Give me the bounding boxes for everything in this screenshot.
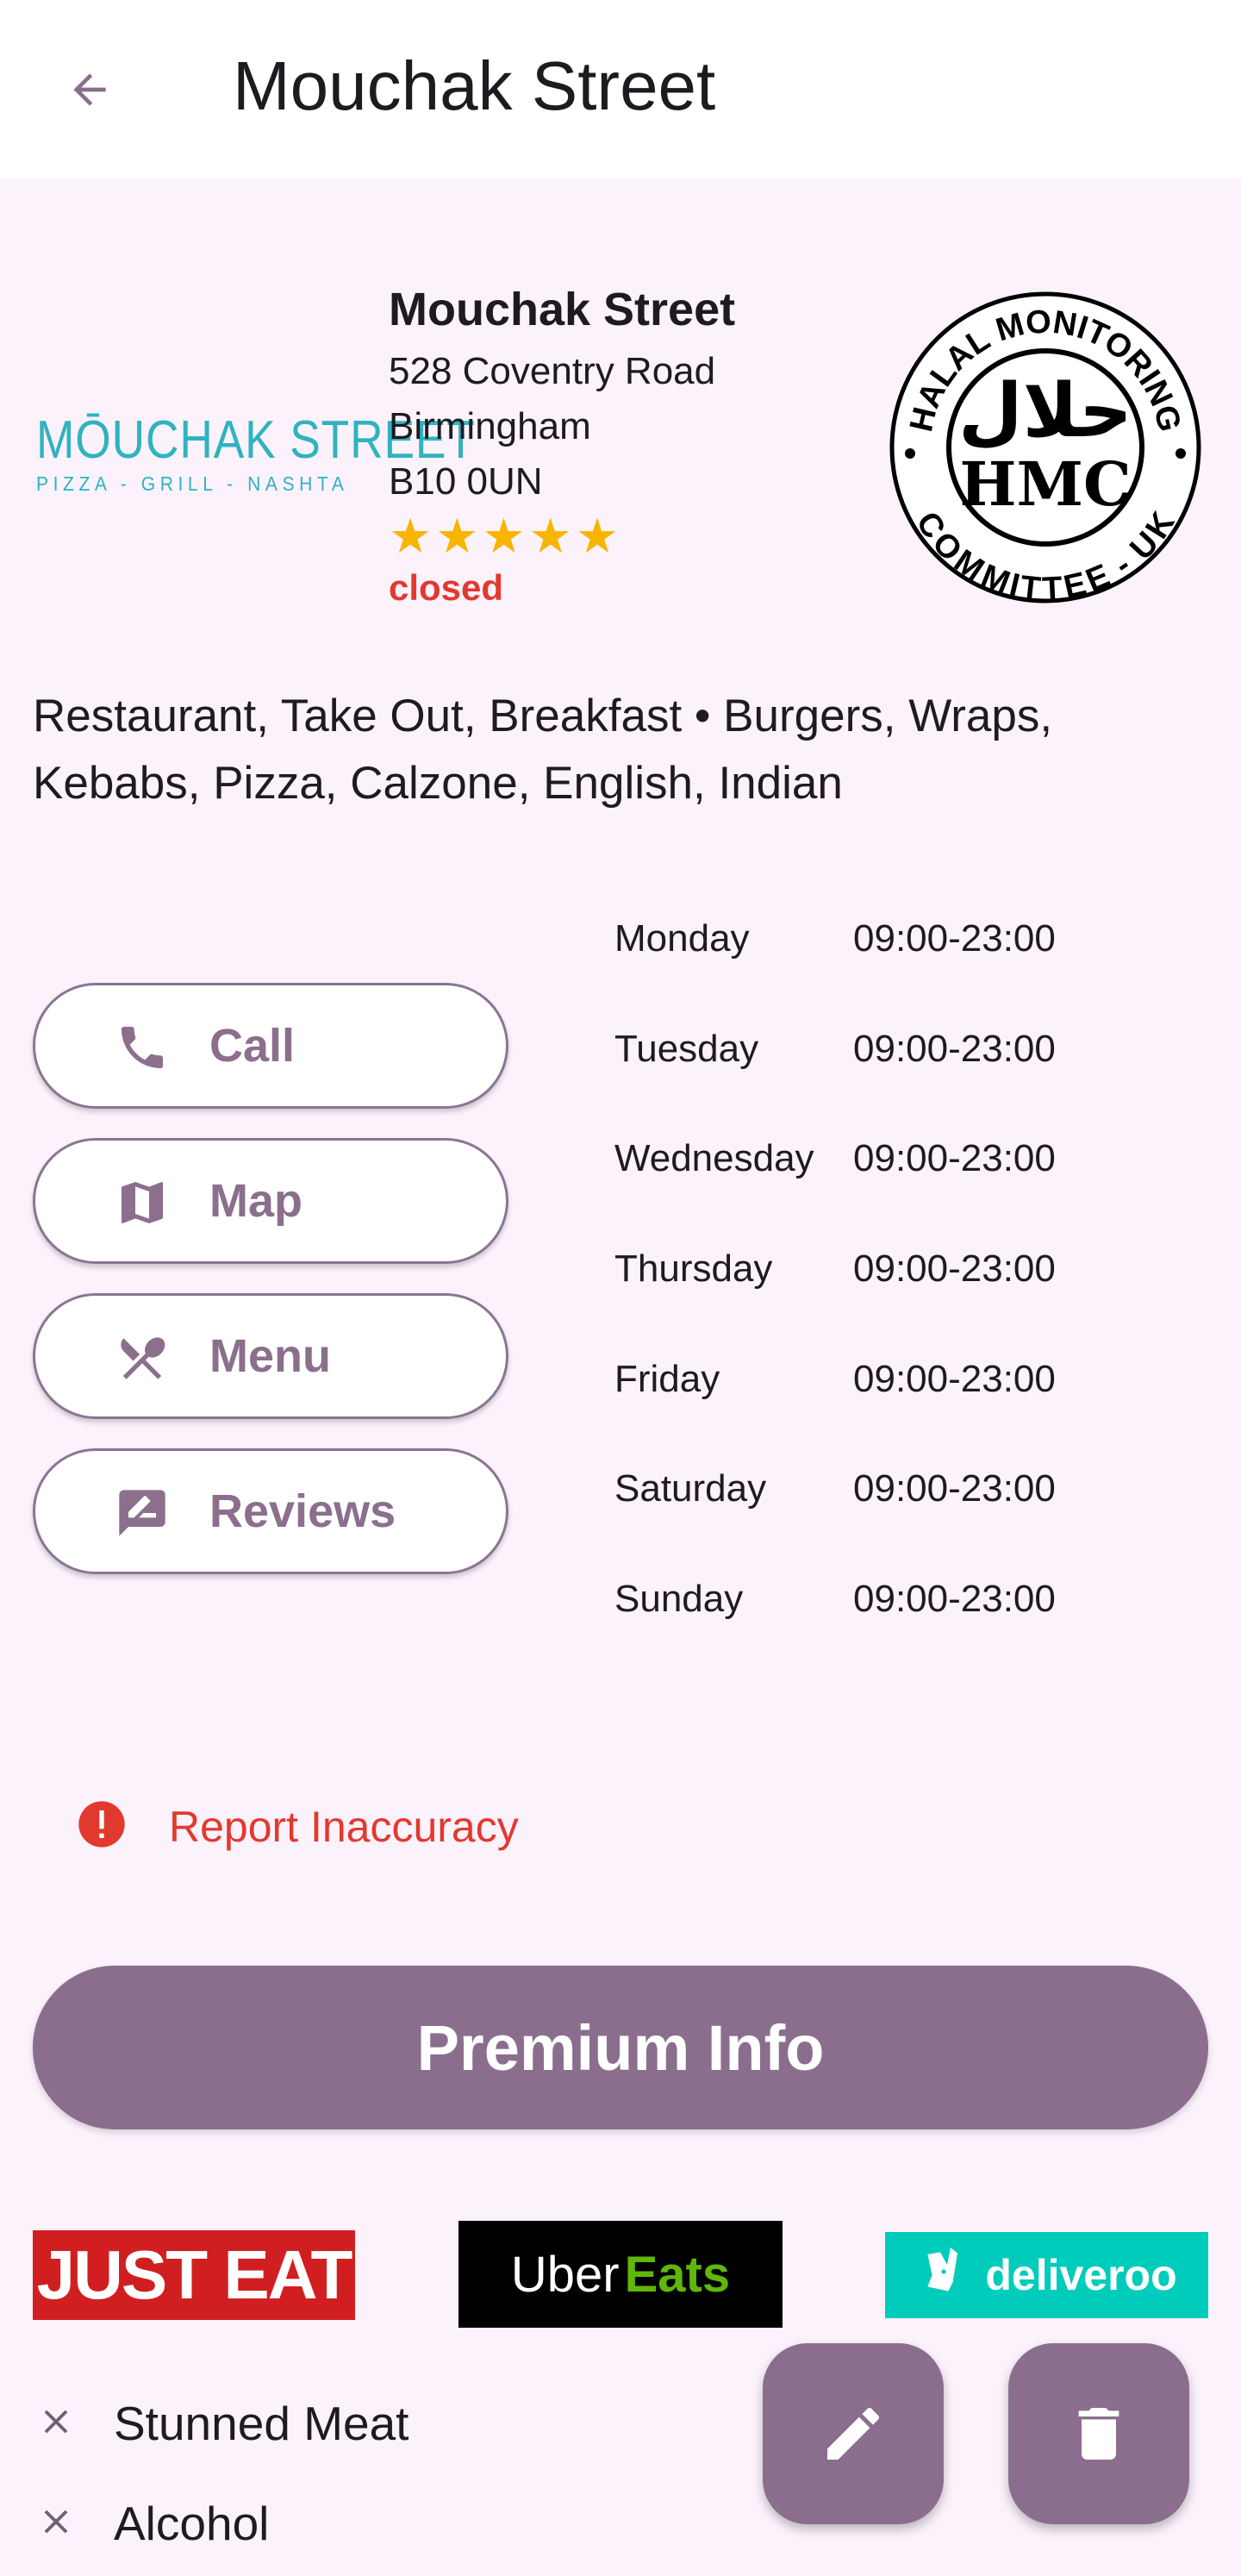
reviews-button[interactable]: Reviews [33, 1448, 508, 1574]
map-button-label: Map [209, 1175, 302, 1227]
hours-day: Friday [614, 1358, 720, 1400]
hours-day: Monday [614, 917, 750, 960]
page-title: Mouchak Street [233, 47, 716, 124]
deliveroo-logo[interactable]: deliveroo [885, 2232, 1208, 2318]
edit-icon [827, 2407, 880, 2460]
reviews-button-label: Reviews [209, 1485, 396, 1537]
hours-day: Wednesday [614, 1137, 814, 1179]
address-line-1: 528 Coventry Road [389, 350, 716, 392]
close-icon [44, 2510, 68, 2534]
star-icon: ★ [389, 509, 433, 563]
hmc-certification-logo: HALAL MONITORING COMMITTEE - UK حلال HMC [889, 291, 1201, 605]
premium-info-label: Premium Info [416, 2011, 825, 2084]
just-eat-text: JUST EAT [36, 2236, 353, 2313]
hours-time: 09:00-23:00 [853, 1028, 1056, 1070]
hours-day: Thursday [614, 1247, 773, 1290]
uber-text: Uber [510, 2246, 620, 2303]
uber-eats-logo[interactable]: Uber Eats [458, 2221, 783, 2328]
hours-time: 09:00-23:00 [853, 1358, 1056, 1400]
rating-stars: ★ ★ ★ ★ ★ [389, 512, 619, 560]
cuisine-categories: Restaurant, Take Out, Breakfast • Burger… [33, 691, 1053, 809]
app-bar: Mouchak Street [0, 0, 1241, 179]
address-line-3: B10 0UN [389, 460, 543, 503]
hours-day: Tuesday [614, 1028, 759, 1070]
address-line-2: Birmingham [389, 405, 591, 447]
attribute-label: Alcohol [114, 2497, 270, 2550]
call-button[interactable]: Call [33, 983, 508, 1109]
hmc-arabic-text: حلال [958, 368, 1132, 454]
star-icon: ★ [528, 509, 572, 563]
phone-icon [122, 1027, 163, 1068]
report-inaccuracy-label: Report Inaccuracy [169, 1803, 519, 1851]
delete-fab[interactable] [1008, 2343, 1189, 2524]
just-eat-logo[interactable]: JUST EAT [33, 2230, 355, 2320]
hmc-center-text: HMC [959, 448, 1131, 520]
error-icon [78, 1801, 125, 1848]
hours-time: 09:00-23:00 [853, 917, 1056, 960]
map-icon [122, 1182, 163, 1223]
menu-button-label: Menu [209, 1330, 331, 1382]
premium-info-button[interactable]: Premium Info [33, 1966, 1208, 2129]
star-icon: ★ [482, 509, 526, 563]
star-icon: ★ [435, 509, 479, 563]
hours-time: 09:00-23:00 [853, 1578, 1056, 1620]
hours-time: 09:00-23:00 [853, 1137, 1056, 1179]
deliveroo-text: deliveroo [985, 2251, 1177, 2299]
hours-time: 09:00-23:00 [853, 1467, 1056, 1510]
logo-sub-text: PIZZA - GRILL - NASHTA [36, 472, 349, 495]
kangaroo-icon [927, 2248, 958, 2292]
close-icon [44, 2410, 68, 2434]
restaurant-name: Mouchak Street [389, 284, 736, 335]
logo-main-text: MŌUCHAK STREET [36, 410, 476, 470]
hours-day: Saturday [614, 1467, 767, 1510]
eats-text: Eats [624, 2246, 731, 2303]
menu-button[interactable]: Menu [33, 1293, 508, 1419]
star-icon: ★ [575, 509, 620, 563]
back-button[interactable] [47, 47, 133, 133]
map-button[interactable]: Map [33, 1138, 508, 1264]
restaurant-icon [121, 1337, 165, 1379]
attribute-label: Stunned Meat [114, 2397, 409, 2450]
edit-fab[interactable] [763, 2343, 944, 2524]
hours-day: Sunday [614, 1578, 744, 1620]
arrow-back-icon [73, 73, 106, 106]
restaurant-logo: MŌUCHAK STREET PIZZA - GRILL - NASHTA [36, 410, 476, 496]
rate-review-icon [119, 1490, 165, 1536]
call-button-label: Call [209, 1020, 296, 1072]
delete-icon [1078, 2408, 1119, 2460]
hours-time: 09:00-23:00 [853, 1247, 1056, 1290]
open-status: closed [389, 567, 504, 608]
